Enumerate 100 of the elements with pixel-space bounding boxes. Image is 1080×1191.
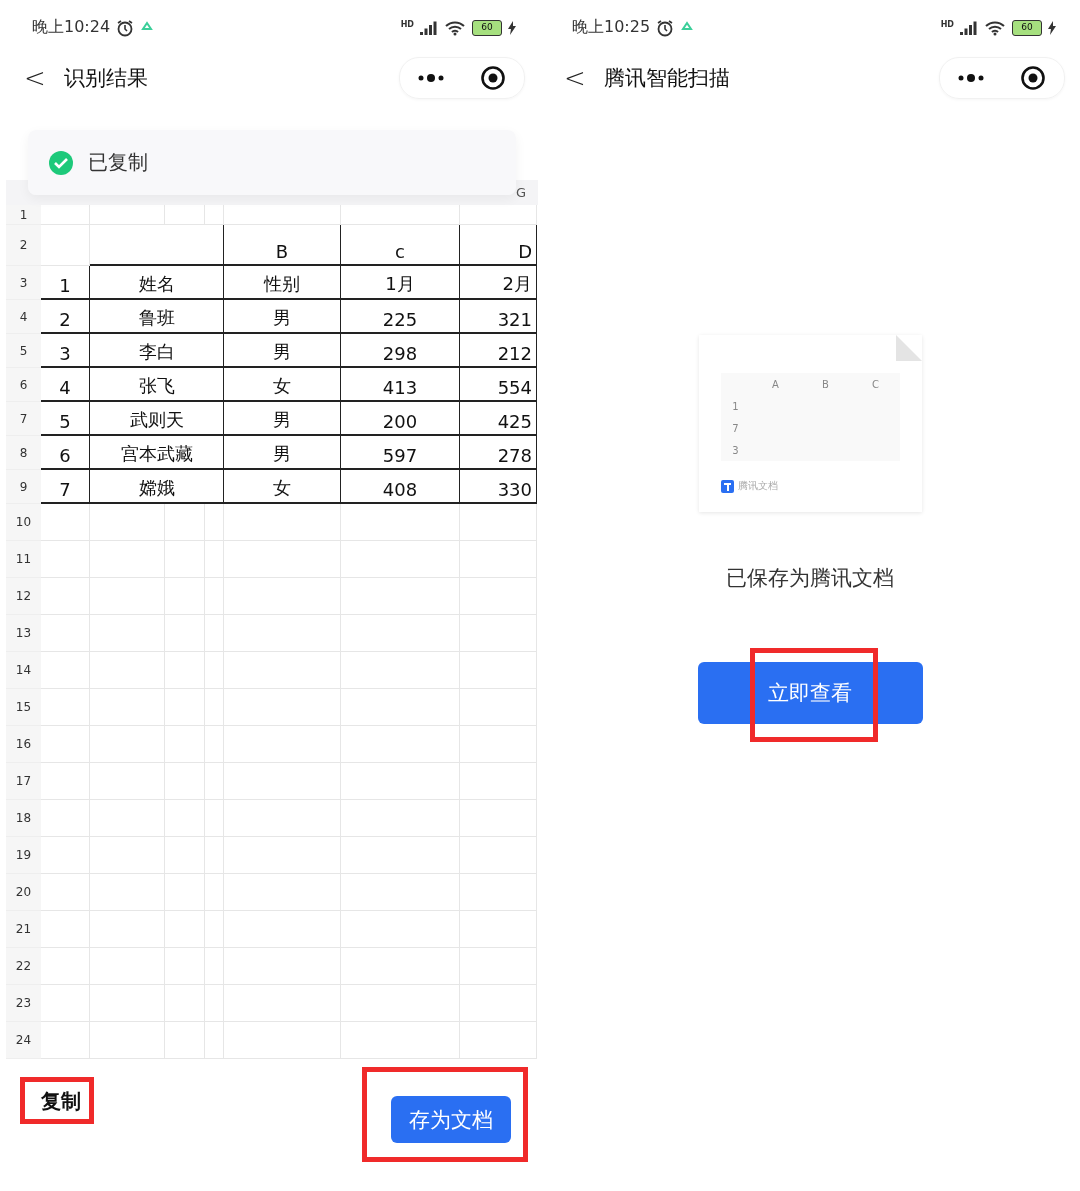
table-cell <box>205 205 224 225</box>
table-cell <box>205 652 224 689</box>
table-cell <box>165 726 205 763</box>
table-cell <box>205 504 224 541</box>
column-header: G <box>514 184 527 202</box>
table-cell <box>165 541 205 578</box>
battery-icon: 60 <box>1012 19 1042 36</box>
row-number: 13 <box>6 615 41 652</box>
table-cell <box>205 985 224 1022</box>
row-number: 5 <box>6 334 41 368</box>
row-number: 23 <box>6 985 41 1022</box>
table-cell: 330 <box>460 470 537 504</box>
signal-icon <box>420 20 438 35</box>
table-cell <box>205 578 224 615</box>
row-number: 1 <box>6 205 41 225</box>
table-cell <box>165 689 205 726</box>
table-cell <box>41 837 90 874</box>
network-label: HD <box>940 20 954 29</box>
save-document-button[interactable]: 存为文档 <box>391 1096 511 1143</box>
page-fold-icon <box>895 335 922 361</box>
table-cell <box>205 689 224 726</box>
table-cell <box>41 205 90 225</box>
signal-icon <box>960 20 978 35</box>
table-cell: 7 <box>41 470 90 504</box>
row-number: 21 <box>6 911 41 948</box>
thumbnail-column-label: A <box>771 377 780 392</box>
table-cell: 408 <box>341 470 460 504</box>
row-number: 19 <box>6 837 41 874</box>
table-cell <box>41 578 90 615</box>
table-cell <box>41 911 90 948</box>
toast-text: 已复制 <box>88 149 148 176</box>
table-cell <box>41 504 90 541</box>
table-cell: 4 <box>41 368 90 402</box>
table-cell: 298 <box>341 334 460 368</box>
table-cell <box>165 504 205 541</box>
page-title: 腾讯智能扫描 <box>604 64 730 92</box>
table-cell: 李白 <box>90 334 224 368</box>
network-label: HD <box>400 20 414 29</box>
table-cell: D <box>460 225 537 266</box>
table-cell <box>41 225 90 266</box>
table-cell <box>205 1022 224 1059</box>
table-cell <box>41 689 90 726</box>
row-number: 3 <box>6 266 41 300</box>
charging-bolt-icon <box>508 20 516 35</box>
check-circle-icon <box>48 149 74 176</box>
table-cell: 6 <box>41 436 90 470</box>
table-cell <box>41 541 90 578</box>
table-cell: 425 <box>460 402 537 436</box>
table-cell: 554 <box>460 368 537 402</box>
table-cell: 3 <box>41 334 90 368</box>
row-number: 12 <box>6 578 41 615</box>
row-number: 10 <box>6 504 41 541</box>
thumbnail-row-label: 3 <box>731 443 740 458</box>
row-number: 17 <box>6 763 41 800</box>
table-cell: 413 <box>341 368 460 402</box>
table-cell: 321 <box>460 300 537 334</box>
back-button[interactable]: < <box>564 62 604 93</box>
row-number: 9 <box>6 470 41 504</box>
wifi-icon <box>984 19 1006 36</box>
table-cell <box>165 985 205 1022</box>
status-time: 晚上10:24 <box>32 17 111 38</box>
table-cell <box>165 578 205 615</box>
view-now-button[interactable]: 立即查看 <box>697 662 923 724</box>
table-cell <box>41 985 90 1022</box>
docs-logo-icon <box>720 479 734 493</box>
table-cell <box>165 874 205 911</box>
table-cell: 男 <box>224 402 341 436</box>
table-cell <box>205 615 224 652</box>
table-cell: 姓名 <box>90 266 224 300</box>
table-cell: 男 <box>224 300 341 334</box>
table-cell <box>205 541 224 578</box>
table-cell: 278 <box>460 436 537 470</box>
table-cell: 225 <box>341 300 460 334</box>
status-time: 晚上10:25 <box>572 17 651 38</box>
table-cell: 1月 <box>341 266 460 300</box>
thumbnail-column-label: B <box>821 377 830 392</box>
table-cell <box>205 837 224 874</box>
table-cell: 男 <box>224 334 341 368</box>
table-cell <box>165 800 205 837</box>
table-cell: 女 <box>224 470 341 504</box>
table-cell: c <box>341 225 460 266</box>
table-cell: 嫦娥 <box>90 470 224 504</box>
back-button[interactable]: < <box>24 62 64 93</box>
table-cell: 597 <box>341 436 460 470</box>
row-number: 18 <box>6 800 41 837</box>
table-cell <box>165 911 205 948</box>
table-cell <box>165 837 205 874</box>
table-cell: 鲁班 <box>90 300 224 334</box>
brand-name: 腾讯文档 <box>737 479 778 493</box>
row-number: 24 <box>6 1022 41 1059</box>
table-cell: 女 <box>224 368 341 402</box>
thumbnail-row-label: 1 <box>731 399 740 414</box>
table-cell: 武则天 <box>90 402 224 436</box>
table-cell <box>165 205 205 225</box>
table-cell <box>41 763 90 800</box>
row-number: 2 <box>6 225 41 266</box>
saved-message: 已保存为腾讯文档 <box>725 565 895 592</box>
thumbnail-column-label: C <box>871 377 880 392</box>
row-number: 22 <box>6 948 41 985</box>
table-cell <box>41 615 90 652</box>
